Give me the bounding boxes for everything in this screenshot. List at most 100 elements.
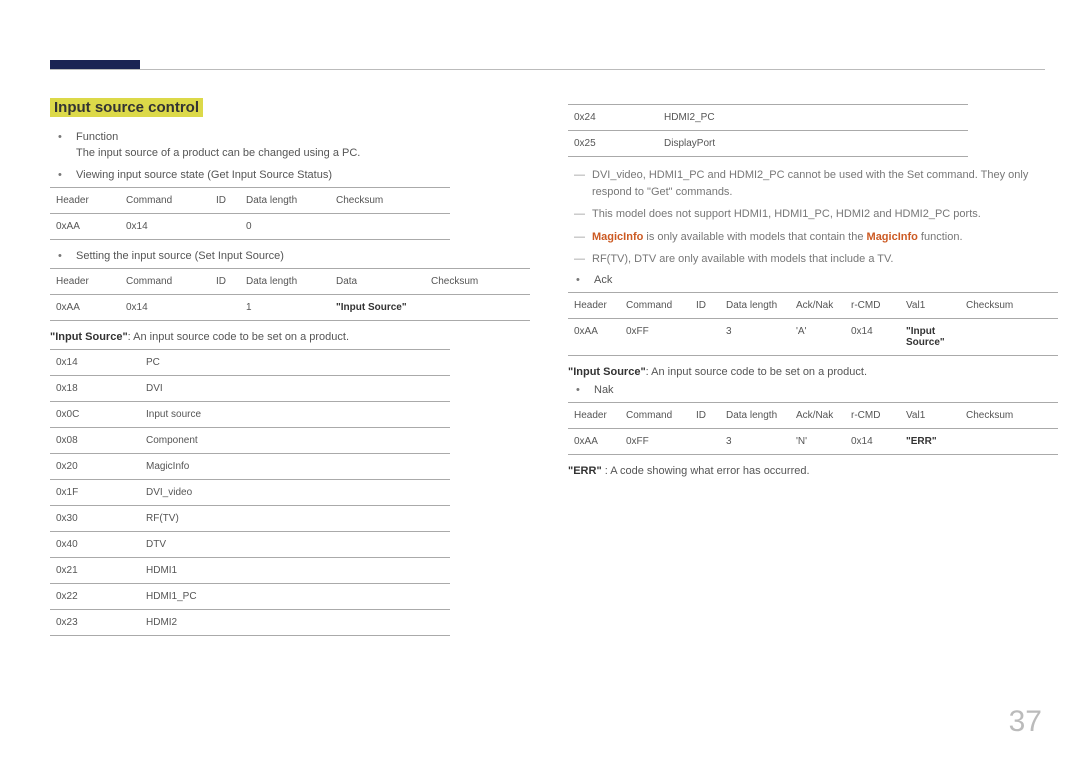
table-header-row: Header Command ID Data length Checksum <box>50 188 450 214</box>
bullet-text: Viewing input source state (Get Input So… <box>76 169 540 181</box>
td: 0xAA <box>568 428 620 454</box>
td: 0xAA <box>50 214 120 240</box>
td: 0x23 <box>50 610 140 636</box>
table-row: 0xAA 0x14 0 <box>50 214 450 240</box>
section-title: Input source control <box>50 98 203 117</box>
td: 0x24 <box>568 105 658 131</box>
td: Input source <box>140 402 450 428</box>
td <box>960 318 1058 355</box>
note-model-support: ― This model does not support HDMI1, HDM… <box>574 206 1058 223</box>
th: ID <box>690 292 720 318</box>
td <box>690 318 720 355</box>
table-row: 0x24HDMI2_PC <box>568 105 968 131</box>
th: ID <box>210 269 240 295</box>
td: 0xAA <box>50 295 120 321</box>
th: Data <box>330 269 425 295</box>
td: DTV <box>140 532 450 558</box>
td: 0x40 <box>50 532 140 558</box>
note-bold: "Input Source" <box>568 366 646 378</box>
table-row: 0x0CInput source <box>50 402 450 428</box>
table-row: 0x30RF(TV) <box>50 506 450 532</box>
th: Command <box>620 402 690 428</box>
bullet-dot: • <box>58 169 76 181</box>
note-text: MagicInfo is only available with models … <box>592 229 1058 246</box>
note-err: "ERR" : A code showing what error has oc… <box>568 465 1058 477</box>
td: Component <box>140 428 450 454</box>
bullet-text: Setting the input source (Set Input Sour… <box>76 250 540 262</box>
bullet-text: Nak <box>594 384 1058 396</box>
magicinfo-word: MagicInfo <box>592 231 643 243</box>
td: HDMI2 <box>140 610 450 636</box>
td: DVI <box>140 376 450 402</box>
bullet-dot: • <box>58 131 76 143</box>
td: DVI_video <box>140 480 450 506</box>
td: 0x18 <box>50 376 140 402</box>
bullet-function: • Function <box>58 131 540 143</box>
note-bold: "ERR" <box>568 465 602 477</box>
note-input-source-ack: "Input Source": An input source code to … <box>568 366 1058 378</box>
td: 0x14 <box>845 318 900 355</box>
table-row: 0x1FDVI_video <box>50 480 450 506</box>
td: 0xFF <box>620 318 690 355</box>
bullet-dot: • <box>58 250 76 262</box>
td <box>960 428 1058 454</box>
table-row: 0xAA 0xFF 3 'A' 0x14 "Input Source" <box>568 318 1058 355</box>
dash: ― <box>574 206 592 223</box>
td <box>210 214 240 240</box>
bullet-viewing: • Viewing input source state (Get Input … <box>58 169 540 181</box>
magicinfo-word: MagicInfo <box>867 231 918 243</box>
td: 'A' <box>790 318 845 355</box>
bullet-setting: • Setting the input source (Set Input So… <box>58 250 540 262</box>
table-nak: Header Command ID Data length Ack/Nak r-… <box>568 402 1058 455</box>
td: 0x1F <box>50 480 140 506</box>
th: Command <box>120 269 210 295</box>
th: r-CMD <box>845 292 900 318</box>
table-row: 0xAA 0xFF 3 'N' 0x14 "ERR" <box>568 428 1058 454</box>
bullet-text: Ack <box>594 274 1058 286</box>
th: Val1 <box>900 402 960 428</box>
dash: ― <box>574 167 592 200</box>
th: Data length <box>720 292 790 318</box>
table-ack: Header Command ID Data length Ack/Nak r-… <box>568 292 1058 356</box>
th: Command <box>120 188 210 214</box>
td: 0x14 <box>120 295 210 321</box>
table-get-input-source: Header Command ID Data length Checksum 0… <box>50 187 450 240</box>
td: 0xAA <box>568 318 620 355</box>
td: 0x21 <box>50 558 140 584</box>
table-row: 0x20MagicInfo <box>50 454 450 480</box>
bullet-ack: • Ack <box>576 274 1058 286</box>
th: Ack/Nak <box>790 292 845 318</box>
th: r-CMD <box>845 402 900 428</box>
page-number: 37 <box>1009 705 1042 739</box>
table-source-codes-left: 0x14PC0x18DVI0x0CInput source0x08Compone… <box>50 349 450 636</box>
note-text: function. <box>918 231 963 243</box>
note-input-source: "Input Source": An input source code to … <box>50 331 540 343</box>
td: "ERR" <box>900 428 960 454</box>
table-set-input-source: Header Command ID Data length Data Check… <box>50 268 530 321</box>
td: 0x25 <box>568 131 658 157</box>
table-row: 0x23HDMI2 <box>50 610 450 636</box>
note-rf-dtv: ― RF(TV), DTV are only available with mo… <box>574 251 1058 268</box>
th: Header <box>50 269 120 295</box>
td <box>210 295 240 321</box>
table-source-codes-right: 0x24HDMI2_PC0x25DisplayPort <box>568 104 968 157</box>
note-text: is only available with models that conta… <box>643 231 866 243</box>
table-row: 0x08Component <box>50 428 450 454</box>
function-desc: The input source of a product can be cha… <box>76 147 540 159</box>
td: 0x14 <box>845 428 900 454</box>
th: ID <box>690 402 720 428</box>
td: HDMI1 <box>140 558 450 584</box>
table-header-row: Header Command ID Data length Data Check… <box>50 269 530 295</box>
note-bold: "Input Source" <box>50 331 128 343</box>
td: 1 <box>240 295 330 321</box>
header-accent <box>50 60 140 69</box>
th: Header <box>50 188 120 214</box>
td: 0x22 <box>50 584 140 610</box>
td: 0x0C <box>50 402 140 428</box>
th: Header <box>568 402 620 428</box>
th: Data length <box>240 269 330 295</box>
th: Data length <box>720 402 790 428</box>
th: Checksum <box>960 402 1058 428</box>
note-magicinfo: ― MagicInfo is only available with model… <box>574 229 1058 246</box>
th: Checksum <box>960 292 1058 318</box>
